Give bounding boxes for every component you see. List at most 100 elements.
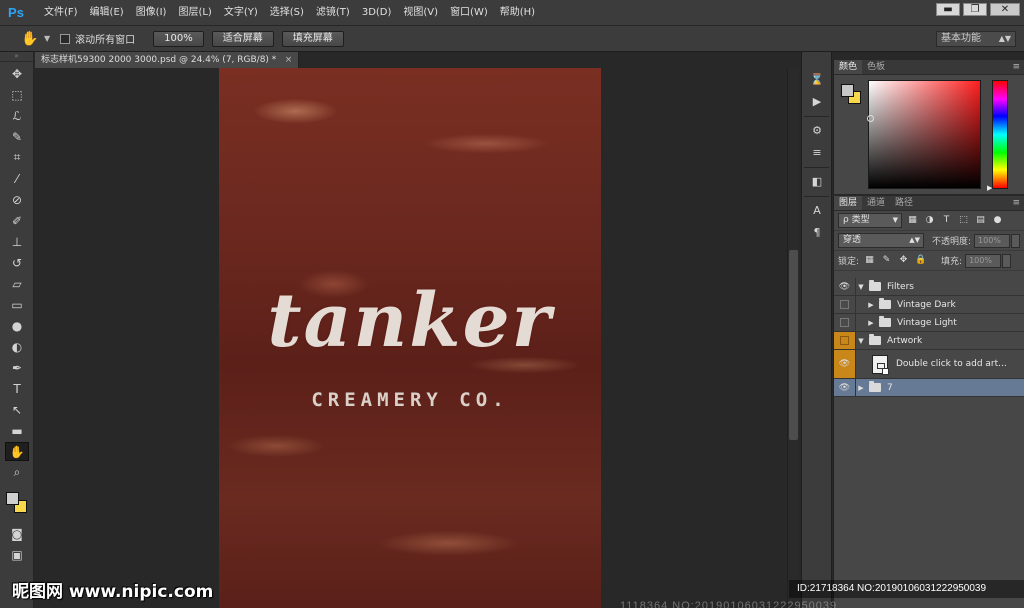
history-brush-tool-icon[interactable]: ↺ <box>5 253 29 272</box>
layer-row-filters[interactable]: 👁 ▼ Filters <box>834 278 1024 296</box>
layer-filter-select[interactable]: ρ 类型 ▼ <box>838 213 902 228</box>
minimize-button[interactable]: ▬ <box>936 3 960 16</box>
fill-screen-button[interactable]: 填充屏幕 <box>281 30 344 47</box>
color-picker-field[interactable] <box>868 80 981 189</box>
tab-layers[interactable]: 图层 <box>834 196 863 210</box>
panel-menu-icon[interactable]: ≡ <box>1012 196 1020 210</box>
color-picker-marker[interactable] <box>867 115 874 122</box>
screen-mode-icon[interactable]: ▣ <box>5 545 29 564</box>
lasso-tool-icon[interactable]: ℒ <box>5 106 29 125</box>
blur-tool-icon[interactable]: ● <box>5 316 29 335</box>
quick-mask-icon[interactable]: ◙ <box>5 524 29 543</box>
menu-select[interactable]: 选择(S) <box>264 0 310 26</box>
brush-tool-icon[interactable]: ✐ <box>5 211 29 230</box>
close-button[interactable]: ✕ <box>990 3 1020 16</box>
tab-channels[interactable]: 通道 <box>862 196 890 210</box>
visibility-eye-icon[interactable]: 👁 <box>834 379 856 396</box>
lock-position-icon[interactable]: ✥ <box>897 254 910 267</box>
paragraph-panel-icon[interactable]: ¶ <box>806 223 828 241</box>
tool-preset-caret-icon[interactable]: ▼ <box>44 34 50 43</box>
move-tool-icon[interactable]: ✥ <box>5 64 29 83</box>
workspace-select[interactable]: 基本功能 ▲▼ <box>936 31 1016 47</box>
filter-type-icon[interactable]: T <box>940 214 953 227</box>
hue-slider[interactable] <box>992 80 1008 189</box>
blend-mode-select[interactable]: 穿透 ▲▼ <box>838 233 924 248</box>
menu-edit[interactable]: 编辑(E) <box>84 0 130 26</box>
fit-screen-button[interactable]: 适合屏幕 <box>211 30 274 47</box>
type-tool-icon[interactable]: T <box>5 379 29 398</box>
filter-pixel-icon[interactable]: ▦ <box>906 214 919 227</box>
scroll-all-windows-checkbox[interactable] <box>60 33 71 44</box>
marquee-tool-icon[interactable]: ⬚ <box>5 85 29 104</box>
layer-row-vintage-dark[interactable]: ▶ Vintage Dark <box>834 296 1024 314</box>
crop-tool-icon[interactable]: ⌗ <box>5 148 29 167</box>
hand-tool-preset-icon[interactable]: ✋ <box>18 29 42 49</box>
foreground-color-swatch[interactable] <box>6 492 19 505</box>
expand-down-icon[interactable]: ▼ <box>856 283 866 291</box>
rectangle-tool-icon[interactable]: ▬ <box>5 421 29 440</box>
menu-file[interactable]: 文件(F) <box>38 0 84 26</box>
menu-3d[interactable]: 3D(D) <box>356 0 398 26</box>
zoom-tool-icon[interactable]: ⌕ <box>5 463 29 482</box>
fill-input[interactable]: 100% <box>965 253 1002 268</box>
quick-select-tool-icon[interactable]: ✎ <box>5 127 29 146</box>
adjustments-panel-icon[interactable]: ⚙ <box>806 121 828 139</box>
visibility-toggle[interactable] <box>834 332 856 349</box>
vertical-scrollbar[interactable] <box>787 68 799 608</box>
artboard-image[interactable]: tanker CREAMERY CO. <box>219 68 601 608</box>
tab-paths[interactable]: 路径 <box>890 196 918 210</box>
canvas-area[interactable]: tanker CREAMERY CO. <box>35 68 787 608</box>
panel-menu-icon[interactable]: ≡ <box>1012 60 1020 74</box>
visibility-eye-icon[interactable]: 👁 <box>834 350 856 378</box>
layer-row-vintage-light[interactable]: ▶ Vintage Light <box>834 314 1024 332</box>
hand-tool-icon[interactable]: ✋ <box>5 442 29 461</box>
character-panel-icon[interactable]: A <box>806 201 828 219</box>
foreground-color-swatch[interactable] <box>841 84 854 97</box>
panel-grip[interactable]: » <box>0 52 33 62</box>
layer-row-smart-object[interactable]: 👁 Double click to add art... <box>834 350 1024 379</box>
menu-layer[interactable]: 图层(L) <box>172 0 217 26</box>
styles-panel-icon[interactable]: ◧ <box>806 172 828 190</box>
fill-slider-toggle[interactable] <box>1002 253 1012 268</box>
document-tab[interactable]: 标志样机59300 2000 3000.psd @ 24.4% (7, RGB/… <box>35 52 300 68</box>
tab-color[interactable]: 颜色 <box>834 60 863 74</box>
actions-panel-icon[interactable]: ▶ <box>806 92 828 110</box>
pen-tool-icon[interactable]: ✒ <box>5 358 29 377</box>
tab-swatches[interactable]: 色板 <box>862 60 890 74</box>
actual-pixels-button[interactable]: 100% <box>153 30 204 47</box>
scrollbar-thumb[interactable] <box>789 250 798 440</box>
filter-shape-icon[interactable]: ⬚ <box>957 214 970 227</box>
filter-smart-object-icon[interactable]: ▤ <box>974 214 987 227</box>
expand-right-icon[interactable]: ▶ <box>866 301 876 309</box>
layer-row-7[interactable]: 👁 ▶ 7 <box>834 379 1024 397</box>
menu-window[interactable]: 窗口(W) <box>444 0 494 26</box>
hue-slider-arrow-icon[interactable]: ▶ <box>987 184 992 192</box>
history-panel-icon[interactable]: ⌛ <box>806 70 828 88</box>
dodge-tool-icon[interactable]: ◐ <box>5 337 29 356</box>
visibility-toggle[interactable] <box>834 314 856 331</box>
menu-type[interactable]: 文字(Y) <box>218 0 264 26</box>
menu-view[interactable]: 视图(V) <box>397 0 444 26</box>
restore-button[interactable]: ❐ <box>963 3 987 16</box>
visibility-toggle[interactable] <box>834 296 856 313</box>
filter-adjustment-icon[interactable]: ◑ <box>923 214 936 227</box>
healing-brush-tool-icon[interactable]: ⊘ <box>5 190 29 209</box>
eraser-tool-icon[interactable]: ▱ <box>5 274 29 293</box>
eyedropper-tool-icon[interactable]: ⁄ <box>5 169 29 188</box>
menu-filter[interactable]: 滤镜(T) <box>310 0 356 26</box>
expand-right-icon[interactable]: ▶ <box>866 319 876 327</box>
path-select-tool-icon[interactable]: ↖ <box>5 400 29 419</box>
menu-image[interactable]: 图像(I) <box>130 0 173 26</box>
clone-stamp-tool-icon[interactable]: ⊥ <box>5 232 29 251</box>
expand-right-icon[interactable]: ▶ <box>856 384 866 392</box>
lock-transparency-icon[interactable]: ▦ <box>863 254 876 267</box>
lock-pixels-icon[interactable]: ✎ <box>880 254 893 267</box>
expand-down-icon[interactable]: ▼ <box>856 337 866 345</box>
layer-row-artwork[interactable]: ▼ Artwork <box>834 332 1024 350</box>
visibility-eye-icon[interactable]: 👁 <box>834 278 856 295</box>
lock-all-icon[interactable]: 🔒 <box>914 254 927 267</box>
gradient-tool-icon[interactable]: ▭ <box>5 295 29 314</box>
opacity-input[interactable]: 100% <box>974 233 1010 248</box>
opacity-slider-toggle[interactable] <box>1011 233 1020 248</box>
close-icon[interactable]: × <box>285 52 293 68</box>
